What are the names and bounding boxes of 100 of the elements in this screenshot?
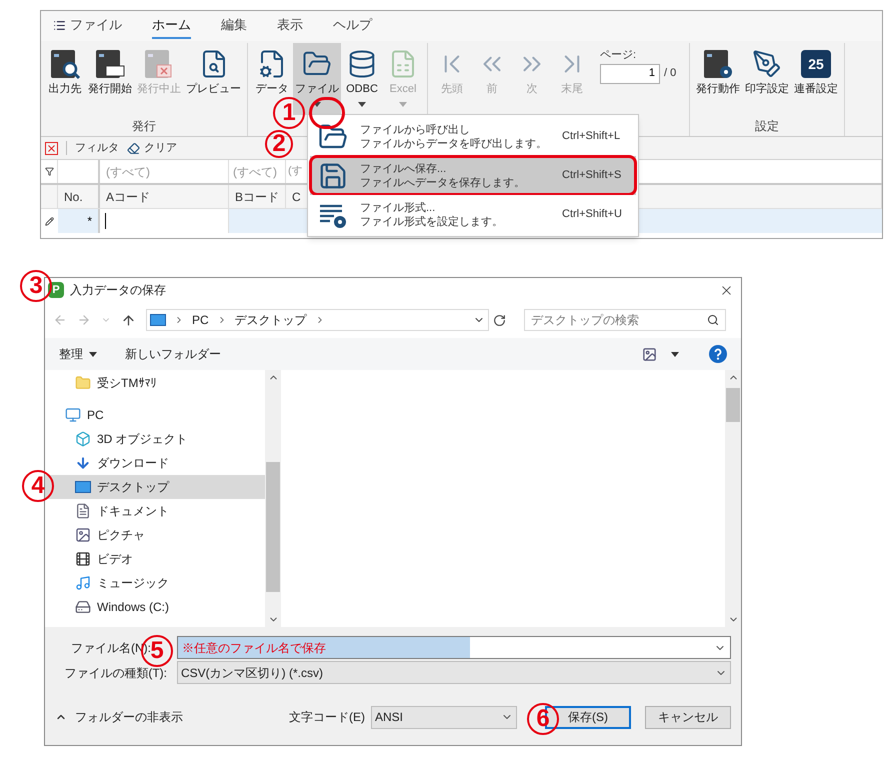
hide-folders-button[interactable]: フォルダーの非表示	[55, 708, 183, 726]
encoding-select[interactable]: ANSI	[371, 706, 517, 728]
filter-label: フィルタ	[75, 140, 119, 156]
column-header: C	[292, 188, 301, 206]
ribbon-tab[interactable]: 表示	[277, 13, 303, 39]
address-bar[interactable]: PC デスクトップ	[146, 309, 489, 331]
step-number: 3	[20, 270, 52, 302]
step-number: 4	[22, 470, 54, 502]
tree-item[interactable]: ミュージック	[45, 571, 265, 595]
step-number: 1	[273, 97, 305, 129]
menu-item-title: ファイルから呼び出し	[360, 122, 471, 136]
ribbon-button[interactable]: プレビュー	[184, 43, 243, 115]
breadcrumb[interactable]: PC	[192, 311, 209, 329]
ribbon-button[interactable]: 25 連番設定	[792, 43, 840, 115]
ribbon-tab[interactable]: ヘルプ	[333, 13, 372, 39]
scrollbar-thumb[interactable]	[266, 462, 280, 592]
eraser-icon	[127, 142, 140, 154]
caret-icon	[89, 352, 97, 356]
breadcrumb[interactable]: デスクトップ	[234, 311, 307, 329]
desktop-icon	[150, 314, 166, 326]
table-cell-editor[interactable]	[100, 209, 229, 233]
caret-icon	[313, 102, 321, 106]
database-icon	[347, 49, 377, 79]
download-icon	[75, 455, 91, 471]
caret-icon	[358, 102, 366, 106]
picture-icon	[75, 527, 91, 543]
tree-item[interactable]: デスクトップ	[45, 475, 265, 499]
drive-icon	[75, 599, 91, 615]
menu-item-description: ファイルからデータを呼び出します。	[360, 136, 548, 150]
ribbon-button[interactable]: 印字設定	[743, 43, 791, 115]
scrollbar[interactable]	[725, 370, 741, 627]
ribbon-button[interactable]: ファイル	[293, 43, 341, 115]
film-icon	[75, 551, 91, 567]
page-field[interactable]: 1	[600, 64, 660, 84]
field-label: ファイルの種類(T):	[63, 664, 167, 682]
view-icon[interactable]	[642, 346, 657, 362]
tree-item[interactable]: 3D オブジェクト	[45, 427, 265, 451]
group-label: 発行	[132, 118, 156, 134]
dialog-button[interactable]: キャンセル	[645, 706, 731, 728]
scrollbar[interactable]	[265, 370, 281, 627]
column-header: Aコード	[106, 188, 150, 206]
ribbon-tab[interactable]: ホーム	[152, 13, 191, 39]
search-icon	[707, 314, 719, 326]
tree-item[interactable]: ピクチャ	[45, 523, 265, 547]
field-label: 文字コード(E)	[289, 709, 365, 726]
shortcut-text: Ctrl+Shift+S	[562, 168, 622, 184]
tree-item[interactable]: ビデオ	[45, 547, 265, 571]
new-row-marker: *	[87, 213, 92, 230]
save-icon	[318, 160, 348, 190]
pen-tool-icon	[752, 49, 782, 79]
menu-item-title: ファイル形式...	[360, 200, 436, 214]
shortcut-text: Ctrl+Shift+U	[562, 207, 622, 222]
printer-search-icon	[49, 48, 81, 80]
printer-gear-icon	[702, 48, 734, 80]
highlight-ring	[309, 97, 345, 129]
desktop-icon	[75, 481, 91, 493]
step-number: 2	[265, 130, 293, 158]
app-icon: P	[48, 282, 64, 298]
shortcut-text: Ctrl+Shift+L	[562, 129, 620, 144]
music-note-icon	[75, 575, 91, 591]
organize-button[interactable]: 整理	[59, 345, 97, 363]
clear-button[interactable]: クリア	[127, 140, 177, 156]
page-total: / 0	[664, 66, 676, 82]
tree-item[interactable]: Windows (C:)	[45, 595, 265, 619]
file-menu-tab[interactable]: ファイル	[53, 13, 122, 39]
ribbon-tab[interactable]: 編集	[221, 13, 247, 39]
forward-icon[interactable]	[77, 313, 91, 327]
close-filter-icon[interactable]	[45, 142, 58, 154]
menu-item-description: ファイル形式を設定します。	[360, 214, 504, 228]
up-icon[interactable]	[121, 312, 136, 328]
menu-item[interactable]: ファイルへ保存... ファイルへデータを保存します。 Ctrl+Shift+S	[310, 156, 636, 195]
ribbon-button[interactable]: 発行動作	[694, 43, 742, 115]
document-icon	[75, 503, 91, 519]
filter-icon	[44, 167, 54, 176]
refresh-icon[interactable]	[493, 314, 506, 326]
select-value: CSV(カンマ区切り) (*.csv)	[181, 664, 323, 682]
back-icon[interactable]	[53, 313, 67, 327]
tree-item[interactable]: ドキュメント	[45, 499, 265, 523]
help-icon[interactable]	[709, 345, 727, 363]
counter-icon: 25	[801, 50, 831, 78]
ribbon-button[interactable]: 出力先	[45, 43, 85, 115]
menu-item-description: ファイルへデータを保存します。	[360, 176, 526, 190]
column-header: Bコード	[235, 188, 280, 206]
column-header: No.	[64, 188, 83, 206]
page-label: ページ:	[600, 48, 638, 63]
search-field[interactable]: デスクトップの検索	[524, 309, 726, 331]
menu-item-title: ファイルへ保存...	[360, 162, 448, 176]
ribbon-button[interactable]: ODBC	[342, 43, 382, 115]
caret-icon[interactable]	[671, 352, 679, 356]
tree-item[interactable]: 受シTMｻﾏﾘ	[45, 371, 265, 395]
pencil-icon	[45, 216, 54, 226]
scrollbar-thumb[interactable]	[726, 388, 740, 422]
tree-item[interactable]: PC	[45, 403, 265, 427]
ribbon-button[interactable]: 発行開始	[86, 43, 134, 115]
group-label: 設定	[755, 118, 779, 134]
new-folder-button[interactable]: 新しいフォルダー	[125, 345, 221, 363]
caret-icon	[399, 102, 407, 106]
dialog-title: 入力データの保存	[70, 282, 166, 299]
printer-icon	[94, 48, 126, 80]
folder-icon	[75, 375, 91, 391]
